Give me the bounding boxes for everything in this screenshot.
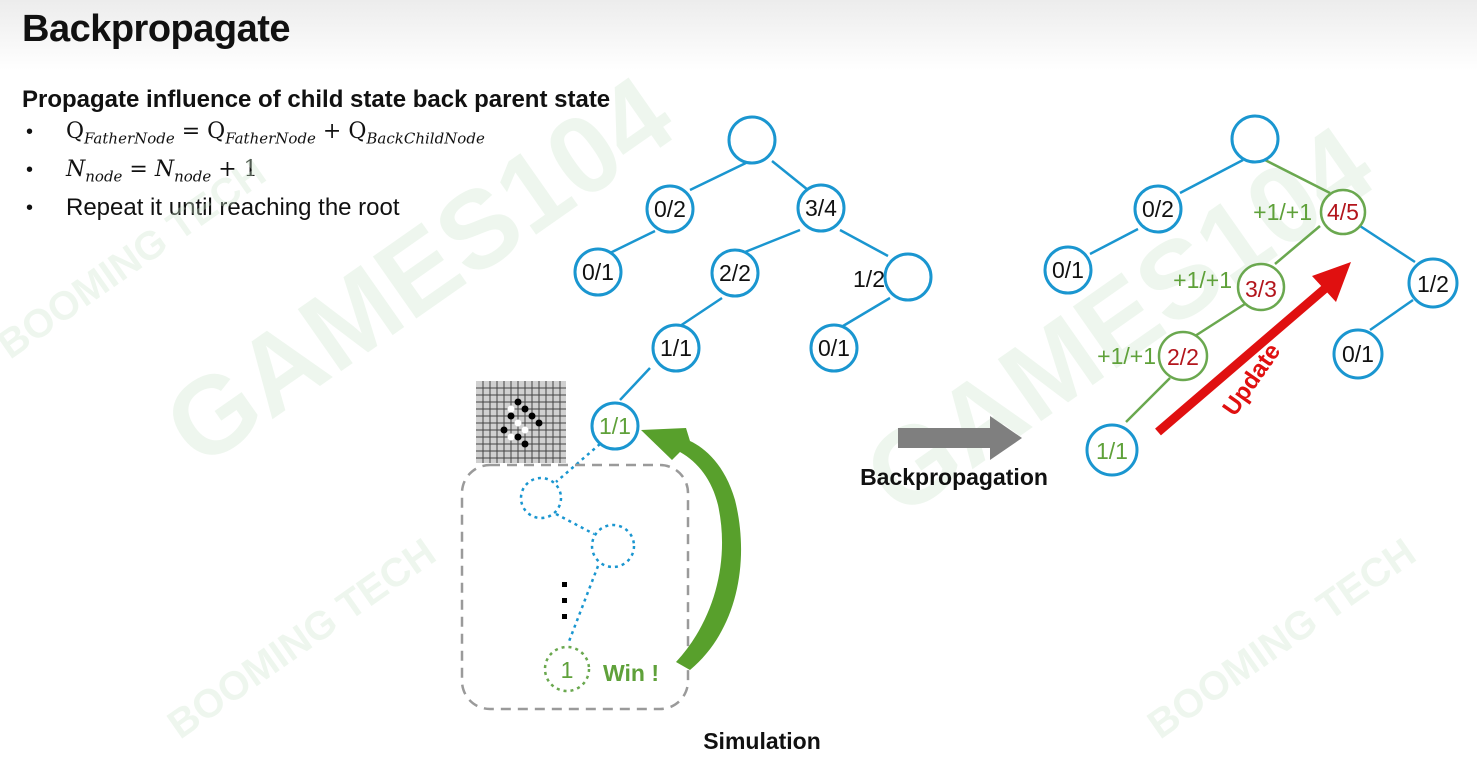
- watermark-text: BOOMING TECH: [160, 530, 444, 747]
- node-label: 0/2: [1142, 196, 1174, 222]
- mcts-diagram: GAMES104 GAMES104 BOOMING TECH BOOMING T…: [0, 52, 1459, 754]
- node-label: 1/2: [853, 266, 885, 292]
- increment-label: +1/+1: [1173, 267, 1232, 293]
- tree-node-root: [1230, 114, 1280, 164]
- backpropagation-label: Backpropagation: [860, 464, 1048, 490]
- increment-label: +1/+1: [1097, 343, 1156, 369]
- node-label: 0/2: [654, 196, 686, 222]
- node-label: 1/1: [599, 413, 631, 439]
- node-label: 0/1: [582, 259, 614, 285]
- node-label: 3/3: [1245, 276, 1277, 302]
- node-label: 1/1: [1096, 438, 1128, 464]
- node-label: 4/5: [1327, 199, 1359, 225]
- node-label: 0/1: [1052, 257, 1084, 283]
- node-label: 1/2: [1417, 271, 1449, 297]
- node-label: 2/2: [719, 260, 751, 286]
- node-label: 2/2: [1167, 344, 1199, 370]
- node-label: 0/1: [818, 335, 850, 361]
- increment-label: +1/+1: [1253, 199, 1312, 225]
- node-label: 1/1: [660, 335, 692, 361]
- node-label: 3/4: [805, 195, 837, 221]
- simulated-node: [519, 476, 563, 520]
- node-label: 0/1: [1342, 341, 1374, 367]
- simulated-node: [590, 523, 636, 569]
- tree-node: [883, 252, 933, 302]
- ellipsis-dots: [562, 582, 567, 619]
- simulation-label: Simulation: [703, 728, 821, 754]
- win-label: Win !: [603, 660, 659, 686]
- terminal-node-value: 1: [561, 657, 574, 683]
- watermark-text: BOOMING TECH: [1140, 530, 1424, 747]
- green-curved-arrow: [641, 428, 742, 670]
- go-board-icon: [476, 381, 566, 463]
- tree-node-root: [727, 115, 777, 165]
